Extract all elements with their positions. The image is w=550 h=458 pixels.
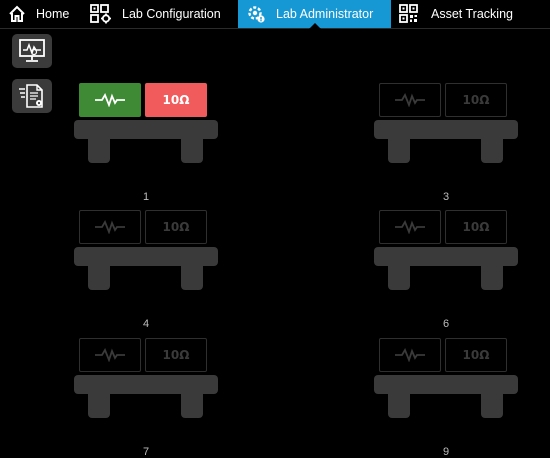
station-1: 10Ω 1 [74,83,218,203]
station-number: 7 [142,446,150,458]
tab-asset-tracking-label: Asset Tracking [431,7,513,21]
waveform-button[interactable] [379,210,441,244]
resistance-button[interactable]: 10Ω [145,338,207,372]
station-controls: 10Ω [379,83,507,119]
bench [374,247,518,299]
active-tab-indicator [308,23,321,29]
tab-lab-configuration[interactable]: Lab Configuration [82,0,238,28]
station-number: 6 [442,318,450,330]
resistance-button[interactable]: 10Ω [145,210,207,244]
station-number: 1 [142,191,150,203]
station-controls: 10Ω [79,83,207,119]
tab-home[interactable]: Home [0,0,82,28]
resistance-button[interactable]: 10Ω [445,210,507,244]
resistance-button[interactable]: 10Ω [445,338,507,372]
bench [74,375,218,427]
tab-asset-tracking[interactable]: Asset Tracking [391,0,550,28]
station-number: 3 [442,191,450,203]
station-number: 9 [442,446,450,458]
resistance-button[interactable]: 10Ω [445,83,507,117]
monitor-waveform-icon [19,39,45,62]
document-list-icon [19,84,43,108]
waveform-icon [95,93,125,107]
bench [374,375,518,427]
waveform-icon [395,348,425,362]
tab-lab-administrator[interactable]: Lab Administrator [238,0,391,29]
station-controls: 10Ω [379,338,507,374]
station-7: 10Ω 7 [74,338,218,458]
gear-admin-icon [248,6,265,23]
waveform-icon [395,93,425,107]
station-4: 10Ω 4 [74,210,218,330]
station-3: 10Ω 3 [374,83,518,203]
waveform-button[interactable] [79,83,141,117]
qr-code-icon [399,4,418,23]
waveform-button[interactable] [79,338,141,372]
station-number: 4 [142,318,150,330]
waveform-icon [95,348,125,362]
waveform-icon [395,220,425,234]
top-navigation: Home Lab Configuration Lab Administrator [0,0,550,29]
waveform-button[interactable] [379,338,441,372]
bench [374,120,518,172]
grid-config-icon [90,4,111,24]
waveform-icon [95,220,125,234]
report-list-button[interactable] [12,79,52,113]
resistance-button[interactable]: 10Ω [145,83,207,117]
tab-lab-configuration-label: Lab Configuration [122,7,221,21]
station-controls: 10Ω [79,210,207,246]
waveform-button[interactable] [379,83,441,117]
tab-home-label: Home [36,7,70,21]
station-9: 10Ω 9 [374,338,518,458]
tab-lab-administrator-label: Lab Administrator [276,7,374,21]
station-controls: 10Ω [79,338,207,374]
station-6: 10Ω 6 [374,210,518,330]
monitor-view-button[interactable] [12,34,52,68]
bench [74,247,218,299]
station-controls: 10Ω [379,210,507,246]
bench [74,120,218,172]
waveform-button[interactable] [79,210,141,244]
home-icon [9,5,25,22]
